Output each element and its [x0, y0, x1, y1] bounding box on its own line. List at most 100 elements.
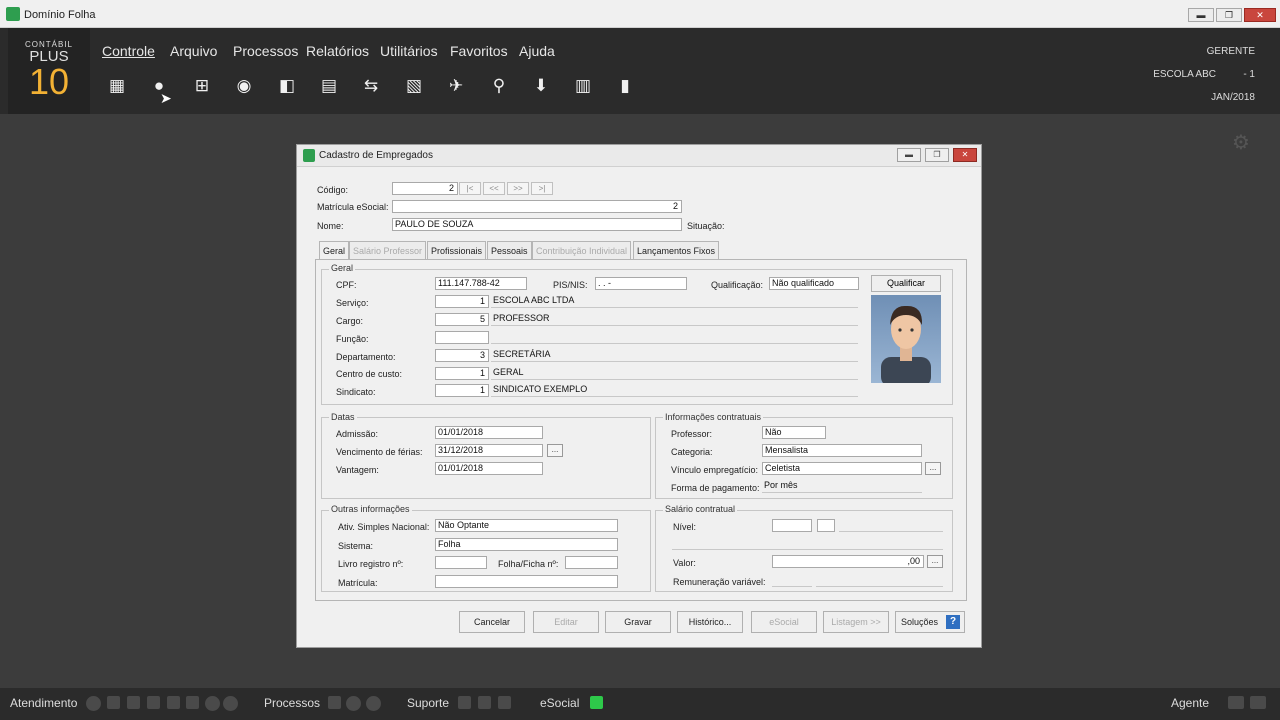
check-icon[interactable]	[328, 696, 341, 709]
book-icon[interactable]: ▮	[613, 74, 637, 98]
mail-icon[interactable]	[127, 696, 140, 709]
help-support-icon[interactable]	[458, 696, 471, 709]
user-search-icon[interactable]: ◉	[232, 74, 256, 98]
agente-label[interactable]: Agente	[1171, 696, 1209, 710]
simples-field[interactable]: Não Optante	[435, 519, 618, 532]
menu-controle[interactable]: Controle	[102, 43, 155, 59]
play-icon[interactable]	[86, 696, 101, 711]
export-icon[interactable]: ◧	[275, 74, 299, 98]
cpf-field[interactable]: 111.147.788-42	[435, 277, 527, 290]
professor-field[interactable]: Não	[762, 426, 826, 439]
transfer-icon[interactable]: ⇆	[359, 74, 383, 98]
last-record-button[interactable]: >|	[531, 182, 553, 195]
doc-icon[interactable]	[498, 696, 511, 709]
nivel-field[interactable]	[772, 519, 812, 532]
geral-group-title: Geral	[329, 263, 356, 273]
qualificacao-label: Qualificação:	[711, 280, 764, 290]
download-icon[interactable]: ⬇	[529, 74, 553, 98]
process-circle-icon[interactable]	[346, 696, 361, 711]
livro-field[interactable]	[435, 556, 487, 569]
folha-ficha-field[interactable]	[565, 556, 618, 569]
menu-favoritos[interactable]: Favoritos	[450, 43, 508, 59]
maximize-button[interactable]: ❐	[1216, 8, 1242, 22]
invoice-icon[interactable]: ▧	[402, 74, 426, 98]
sistema-field[interactable]: Folha	[435, 538, 618, 551]
dialog-maximize-button[interactable]: ❐	[925, 148, 949, 162]
valor-field[interactable]: ,00	[772, 555, 924, 568]
esocial-button[interactable]: eSocial	[751, 611, 817, 633]
tab-profissionais[interactable]: Profissionais	[427, 241, 487, 259]
tab-contribuicao-individual[interactable]: Contribuição Individual	[532, 241, 632, 259]
next-record-button[interactable]: >>	[507, 182, 529, 195]
prev-record-button[interactable]: <<	[483, 182, 505, 195]
cargo-label: Cargo:	[336, 316, 364, 326]
dialog-minimize-button[interactable]: ▬	[897, 148, 921, 162]
vencimento-ferias-field[interactable]: 31/12/2018	[435, 444, 543, 457]
list-icon[interactable]	[186, 696, 199, 709]
processos-label[interactable]: Processos	[264, 696, 320, 710]
departamento-code-field[interactable]: 3	[435, 349, 489, 362]
sindicato-code-field[interactable]: 1	[435, 384, 489, 397]
chat-icon[interactable]	[107, 696, 120, 709]
agent-icon[interactable]	[1228, 696, 1244, 709]
nivel-sub-field[interactable]	[817, 519, 835, 532]
cargo-code-field[interactable]: 5	[435, 313, 489, 326]
calculator-icon[interactable]: ▥	[571, 74, 595, 98]
period[interactable]: JAN/2018	[1180, 92, 1255, 103]
menu-processos[interactable]: Processos	[233, 43, 298, 59]
vencimento-ferias-button[interactable]: ...	[547, 444, 563, 457]
tab-salario-professor[interactable]: Salário Professor	[349, 241, 427, 259]
listagem-button[interactable]: Listagem >>	[823, 611, 889, 633]
history-button[interactable]: Histórico...	[677, 611, 743, 633]
admissao-field[interactable]: 01/01/2018	[435, 426, 543, 439]
first-record-button[interactable]: |<	[459, 182, 481, 195]
building-icon[interactable]: ▦	[105, 74, 129, 98]
airplane-icon[interactable]: ✈	[444, 74, 468, 98]
edit-button[interactable]: Editar	[533, 611, 599, 633]
pis-field[interactable]: . . -	[595, 277, 687, 290]
dialog-close-button[interactable]: ✕	[953, 148, 977, 162]
plus-icon[interactable]	[478, 696, 491, 709]
funcao-code-field[interactable]	[435, 331, 489, 344]
menu-relatorios[interactable]: Relatórios	[306, 43, 369, 59]
categoria-field[interactable]: Mensalista	[762, 444, 922, 457]
atendimento-label[interactable]: Atendimento	[10, 696, 77, 710]
codigo-field[interactable]: 2	[392, 182, 458, 195]
company-name[interactable]: ESCOLA ABC	[1140, 69, 1216, 80]
menu-utilitarios[interactable]: Utilitários	[380, 43, 438, 59]
esocial-label[interactable]: eSocial	[540, 696, 579, 710]
process-circle2-icon[interactable]	[366, 696, 381, 711]
qualificar-button[interactable]: Qualificar	[871, 275, 941, 292]
calculator-list-icon[interactable]: ▤	[317, 74, 341, 98]
matricula-field[interactable]	[435, 575, 618, 588]
valor-button[interactable]: ...	[927, 555, 943, 568]
menu-ajuda[interactable]: Ajuda	[519, 43, 555, 59]
user-name: GERENTE	[1206, 46, 1255, 57]
user-icon[interactable]	[147, 696, 160, 709]
close-button[interactable]: ✕	[1244, 8, 1276, 22]
vantagem-field[interactable]: 01/01/2018	[435, 462, 543, 475]
minimize-button[interactable]: ▬	[1188, 8, 1214, 22]
tab-lancamentos-fixos[interactable]: Lançamentos Fixos	[633, 241, 720, 259]
vinculo-field[interactable]: Celetista	[762, 462, 922, 475]
search-icon[interactable]: ⚲	[487, 74, 511, 98]
esocial-status-icon[interactable]	[590, 696, 603, 709]
vinculo-button[interactable]: ...	[925, 462, 941, 475]
solucoes-button[interactable]: Soluções ?	[895, 611, 965, 633]
tab-geral[interactable]: Geral	[319, 241, 350, 260]
tab-pessoais[interactable]: Pessoais	[487, 241, 532, 259]
matricula-esocial-field[interactable]: 2	[392, 200, 682, 213]
circle-icon[interactable]	[205, 696, 220, 711]
centro-custo-code-field[interactable]: 1	[435, 367, 489, 380]
menu-arquivo[interactable]: Arquivo	[170, 43, 217, 59]
suporte-label[interactable]: Suporte	[407, 696, 449, 710]
circle2-icon[interactable]	[223, 696, 238, 711]
agent2-icon[interactable]	[1250, 696, 1266, 709]
org-chart-icon[interactable]: ⊞	[190, 74, 214, 98]
nome-field[interactable]: PAULO DE SOUZA	[392, 218, 682, 231]
servico-code-field[interactable]: 1	[435, 295, 489, 308]
cancel-button[interactable]: Cancelar	[459, 611, 525, 633]
gear-icon[interactable]: ⚙	[1232, 130, 1250, 155]
video-icon[interactable]	[167, 696, 180, 709]
save-button[interactable]: Gravar	[605, 611, 671, 633]
